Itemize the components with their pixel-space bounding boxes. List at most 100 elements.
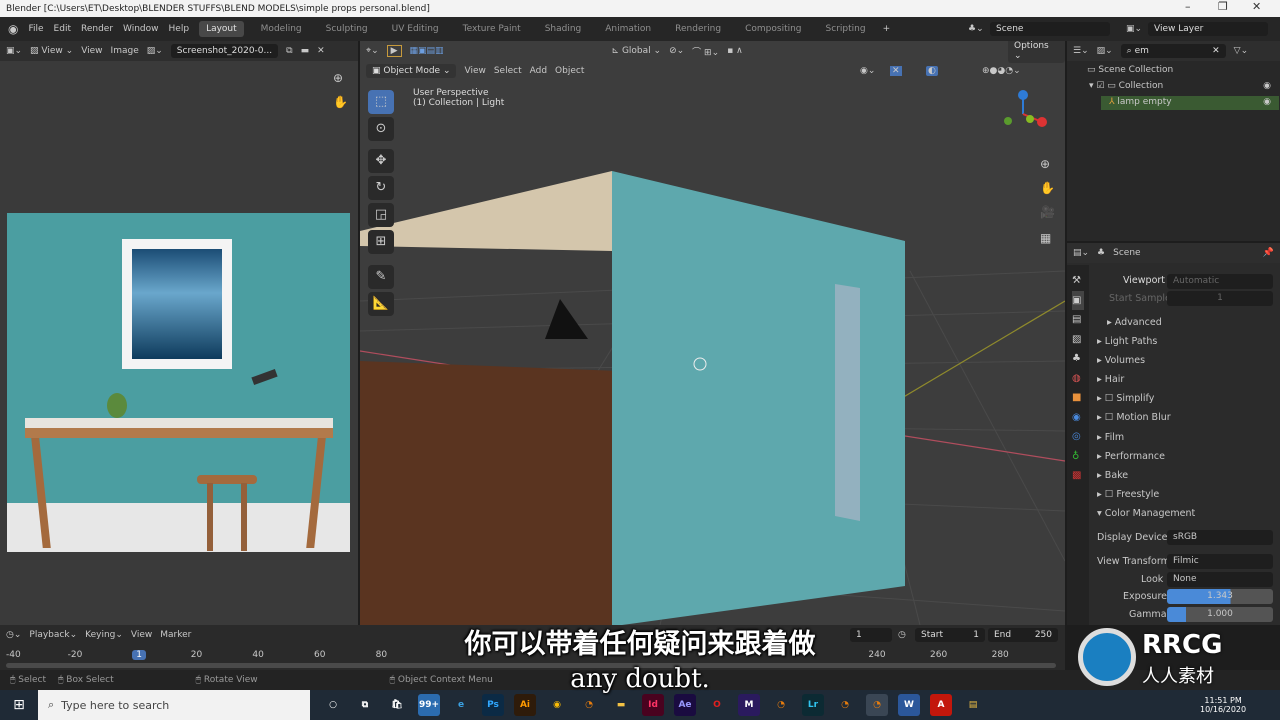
pivot-icon[interactable]: ⊘⌄: [669, 46, 684, 56]
tab-animation[interactable]: Animation: [598, 21, 658, 37]
look-dropdown[interactable]: None: [1167, 572, 1273, 587]
filter-icon[interactable]: ▽⌄: [1234, 46, 1248, 56]
tab-sculpting[interactable]: Sculpting: [319, 21, 375, 37]
select-tool-icon[interactable]: ▶: [386, 45, 402, 57]
open-image-icon[interactable]: ▬: [301, 46, 310, 56]
output-tab-icon[interactable]: ▤: [1072, 310, 1084, 330]
tool-tab-icon[interactable]: ⚒: [1072, 271, 1084, 291]
object-data-tab-icon[interactable]: ♁: [1072, 447, 1084, 467]
scene-icon[interactable]: ♣⌄: [968, 24, 984, 34]
panel-freestyle[interactable]: ▸ ☐ Freestyle: [1097, 489, 1159, 500]
orientation-dropdown[interactable]: ⊾ Global ⌄: [612, 46, 662, 56]
word-icon[interactable]: W: [898, 694, 920, 716]
taskbar-search[interactable]: ⌕ Type here to search: [38, 690, 310, 720]
menu-select[interactable]: Select: [494, 66, 522, 76]
minimize-button[interactable]: –: [1185, 0, 1191, 13]
indesign-icon[interactable]: Id: [642, 694, 664, 716]
panel-light-paths[interactable]: ▸ Light Paths: [1097, 336, 1157, 347]
display-device-dropdown[interactable]: sRGB: [1167, 530, 1273, 545]
task-view-icon[interactable]: ⧉: [354, 694, 376, 716]
outliner-search[interactable]: ⌕ em ✕: [1120, 44, 1226, 58]
zoom-icon[interactable]: ⊕: [333, 71, 343, 85]
world-tab-icon[interactable]: ◍: [1072, 369, 1084, 389]
tab-layout[interactable]: Layout: [199, 21, 244, 37]
object-mode-dropdown[interactable]: ▣ Object Mode ⌄: [366, 64, 457, 78]
collection-row[interactable]: ▾ ☑ ▭ Collection ◉: [1089, 81, 1279, 91]
new-image-icon[interactable]: ⧉: [286, 46, 292, 56]
panel-volumes[interactable]: ▸ Volumes: [1097, 355, 1145, 366]
tab-scripting[interactable]: Scripting: [819, 21, 873, 37]
scene-tab-icon[interactable]: ♣: [1072, 349, 1084, 369]
store-icon[interactable]: 🛍: [386, 694, 408, 716]
panel-simplify[interactable]: ▸ ☐ Simplify: [1097, 393, 1154, 404]
notes-icon[interactable]: ▤: [962, 694, 984, 716]
annotate-tool[interactable]: ✎: [368, 265, 394, 289]
object-tab-icon[interactable]: ■: [1072, 388, 1084, 408]
transform-tool[interactable]: ⊞: [368, 230, 394, 254]
start-sample-field[interactable]: 1: [1167, 291, 1273, 306]
cursor-tool[interactable]: ⊙: [368, 117, 394, 141]
move-tool[interactable]: ✥: [368, 149, 394, 173]
editor-type-icon[interactable]: ▣⌄: [6, 46, 22, 56]
render-tab-icon[interactable]: ▣: [1072, 290, 1084, 310]
navigation-gizmo[interactable]: [998, 89, 1048, 139]
options-dropdown[interactable]: Options ⌄: [1008, 41, 1065, 63]
menu-view[interactable]: View: [81, 46, 102, 56]
visibility-eye-icon[interactable]: ◉: [1263, 81, 1271, 91]
menu-add[interactable]: Add: [530, 66, 547, 76]
visibility-eye-icon[interactable]: ◉: [1263, 97, 1271, 107]
proportional-edit-icon[interactable]: ▪ ∧: [727, 46, 743, 56]
scene-selector[interactable]: Scene: [990, 22, 1110, 36]
particles-tab-icon[interactable]: ◎: [1072, 427, 1084, 447]
blender-icon[interactable]: ◔: [578, 694, 600, 716]
shading-mode-icons[interactable]: ⊕●◕◔⌄: [982, 66, 1021, 76]
overlay-toggle-icon[interactable]: ◐: [926, 66, 938, 76]
snap-icon[interactable]: ⌒ ⊞⌄: [692, 45, 719, 58]
opera-icon[interactable]: O: [706, 694, 728, 716]
modifier-tab-icon[interactable]: ◉: [1072, 408, 1084, 428]
tab-rendering[interactable]: Rendering: [668, 21, 728, 37]
view-layer-selector[interactable]: View Layer: [1148, 22, 1268, 36]
viewport-denoise-dropdown[interactable]: Automatic: [1167, 274, 1273, 289]
image-browse-icon[interactable]: ▨⌄: [147, 46, 163, 56]
add-workspace-icon[interactable]: +: [883, 24, 891, 34]
lightroom-icon[interactable]: Lr: [802, 694, 824, 716]
menu-image[interactable]: Image: [111, 46, 139, 56]
cortana-icon[interactable]: ○: [322, 694, 344, 716]
menu-file[interactable]: File: [28, 24, 43, 34]
menu-edit[interactable]: Edit: [54, 24, 71, 34]
measure-tool[interactable]: 📐: [368, 292, 394, 316]
maximize-button[interactable]: ❐: [1218, 0, 1228, 13]
ortho-toggle-icon[interactable]: ▦: [1040, 231, 1051, 245]
scale-tool[interactable]: ◲: [368, 203, 394, 227]
start-button[interactable]: ⊞: [0, 697, 38, 713]
tab-texture-paint[interactable]: Texture Paint: [456, 21, 528, 37]
panel-color-management[interactable]: ▾ Color Management: [1097, 508, 1195, 519]
visibility-icon[interactable]: ◉⌄: [860, 66, 875, 76]
illustrator-icon[interactable]: Ai: [514, 694, 536, 716]
hand-pan-icon[interactable]: ✋: [333, 95, 348, 109]
blender-icon-3[interactable]: ◔: [834, 694, 856, 716]
scene-collection-row[interactable]: ▭ Scene Collection: [1087, 65, 1173, 75]
menu-render[interactable]: Render: [81, 24, 113, 34]
3d-viewport[interactable]: ⌖⌄ ▶ ▦▣▤▥ ⊾ Global ⌄ ⊘⌄ ⌒ ⊞⌄ ▪ ∧ Options…: [360, 41, 1065, 625]
texture-tab-icon[interactable]: ▩: [1072, 466, 1084, 486]
gamma-slider[interactable]: 1.000: [1167, 607, 1273, 622]
clock[interactable]: 11:51 PM 10/16/2020: [1200, 696, 1246, 714]
view-layer-icon[interactable]: ▣⌄: [1126, 24, 1142, 34]
chrome-icon[interactable]: ◉: [546, 694, 568, 716]
menu-view[interactable]: View: [464, 66, 485, 76]
display-mode-icon[interactable]: ▨⌄: [1097, 46, 1113, 56]
file-explorer-icon[interactable]: ▬: [610, 694, 632, 716]
tab-compositing[interactable]: Compositing: [738, 21, 808, 37]
menu-window[interactable]: Window: [123, 24, 159, 34]
rotate-tool[interactable]: ↻: [368, 176, 394, 200]
tab-uv-editing[interactable]: UV Editing: [385, 21, 446, 37]
panel-hair[interactable]: ▸ Hair: [1097, 374, 1124, 385]
exposure-slider[interactable]: 1.343: [1167, 589, 1273, 604]
after-effects-icon[interactable]: Ae: [674, 694, 696, 716]
edge-icon[interactable]: e: [450, 694, 472, 716]
blender-icon-2[interactable]: ◔: [770, 694, 792, 716]
blender-logo-icon[interactable]: ◉: [8, 22, 18, 36]
mail-icon[interactable]: 99+: [418, 694, 440, 716]
